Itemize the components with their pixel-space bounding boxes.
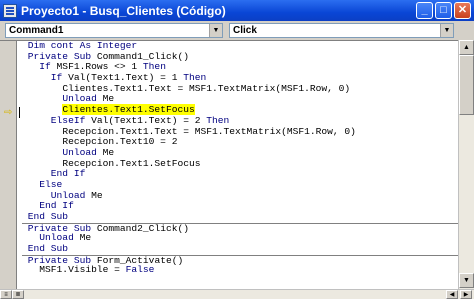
chevron-down-icon[interactable]: ▼ [440, 24, 453, 37]
text-caret [19, 107, 20, 118]
code-text: MSF1.Rows <> 1 [50, 61, 143, 73]
code-line[interactable]: Recepcion.Text1.SetFocus [22, 157, 458, 170]
code-keyword: End Sub [27, 243, 69, 255]
code-text: Recepcion.Text10 = 2 [62, 136, 178, 148]
code-line[interactable]: End Sub [22, 211, 458, 223]
highlighted-code: Clientes.Text1.SetFocus [62, 104, 195, 116]
scroll-up-button[interactable]: ▲ [459, 40, 474, 55]
code-text: Me [96, 93, 115, 105]
code-text: Command1_Click() [91, 50, 189, 62]
code-keyword: Unload [62, 93, 97, 105]
code-area[interactable]: Dim cont As Integer Private Sub Command1… [22, 41, 458, 276]
code-line[interactable]: Unload Me [22, 189, 458, 202]
editor-margin[interactable]: ⇨ [0, 41, 17, 289]
code-keyword: If [39, 61, 51, 73]
code-text: Recepcion.Text1.Text = MSF1.TextMatrix(M… [62, 125, 356, 137]
code-keyword: Unload [62, 146, 97, 158]
code-text: Val(Text1.Text) = 2 [85, 114, 207, 126]
code-editor[interactable]: ⇨ Dim cont As Integer Private Sub Comman… [0, 40, 458, 289]
view-bar: ≡ ≣ ◀ ▶ [0, 289, 474, 299]
code-keyword: Then [142, 61, 166, 73]
code-keyword: ElseIf [50, 114, 86, 126]
code-keyword: End If [39, 200, 74, 212]
combo-bar: Command1 ▼ Click ▼ [0, 21, 474, 39]
code-text: Me [73, 232, 92, 244]
code-text: Val(Text1.Text) = 1 [62, 72, 184, 84]
code-keyword: Unload [50, 189, 86, 201]
code-text: Command2_Click() [91, 222, 189, 234]
code-text: Me [85, 189, 103, 201]
code-line[interactable]: Unload Me [22, 233, 458, 244]
code-line[interactable]: MSF1.Visible = False [22, 265, 458, 276]
code-line[interactable]: End If [22, 200, 458, 212]
object-combo-value: Command1 [9, 25, 64, 36]
procedure-combo[interactable]: Click ▼ [229, 23, 454, 38]
code-text: Me [96, 146, 115, 158]
code-keyword: End Sub [27, 211, 69, 222]
code-text: Clientes.Text1.Text = MSF1.TextMatrix(MS… [62, 82, 351, 94]
execution-arrow-icon: ⇨ [4, 107, 13, 118]
code-text: Recepcion.Text1.SetFocus [62, 157, 201, 169]
code-keyword: Then [183, 72, 207, 84]
object-combo[interactable]: Command1 ▼ [5, 23, 223, 38]
chevron-down-icon[interactable]: ▼ [209, 24, 222, 37]
minimize-button[interactable]: _ [416, 2, 433, 19]
code-keyword: End If [50, 168, 86, 180]
title-bar[interactable]: Proyecto1 - Busq_Clientes (Código) _ □ ✕ [0, 0, 474, 21]
procedure-view-button[interactable]: ≡ [0, 290, 12, 299]
code-keyword: False [125, 264, 155, 276]
procedure-combo-value: Click [233, 25, 257, 36]
full-module-view-button[interactable]: ≣ [12, 290, 24, 299]
code-window-icon [3, 3, 17, 18]
close-button[interactable]: ✕ [454, 2, 471, 19]
code-line[interactable]: End Sub [22, 243, 458, 255]
vertical-scrollbar[interactable]: ▲ ▼ [458, 40, 474, 289]
code-keyword: Else [39, 178, 63, 190]
scroll-right-button[interactable]: ▶ [460, 290, 472, 299]
code-line[interactable]: End If [22, 168, 458, 180]
scroll-down-button[interactable]: ▼ [459, 273, 474, 288]
window-title: Proyecto1 - Busq_Clientes (Código) [21, 3, 226, 18]
code-keyword: If [50, 72, 63, 84]
code-keyword: Dim cont As Integer [27, 40, 138, 51]
code-text: MSF1.Visible = [39, 264, 126, 276]
maximize-button[interactable]: □ [435, 2, 452, 19]
code-keyword: Then [206, 114, 230, 126]
code-keyword: Private Sub [27, 50, 92, 62]
scroll-left-button[interactable]: ◀ [446, 290, 458, 299]
scroll-thumb[interactable] [459, 55, 474, 115]
code-keyword: Unload [39, 232, 74, 244]
